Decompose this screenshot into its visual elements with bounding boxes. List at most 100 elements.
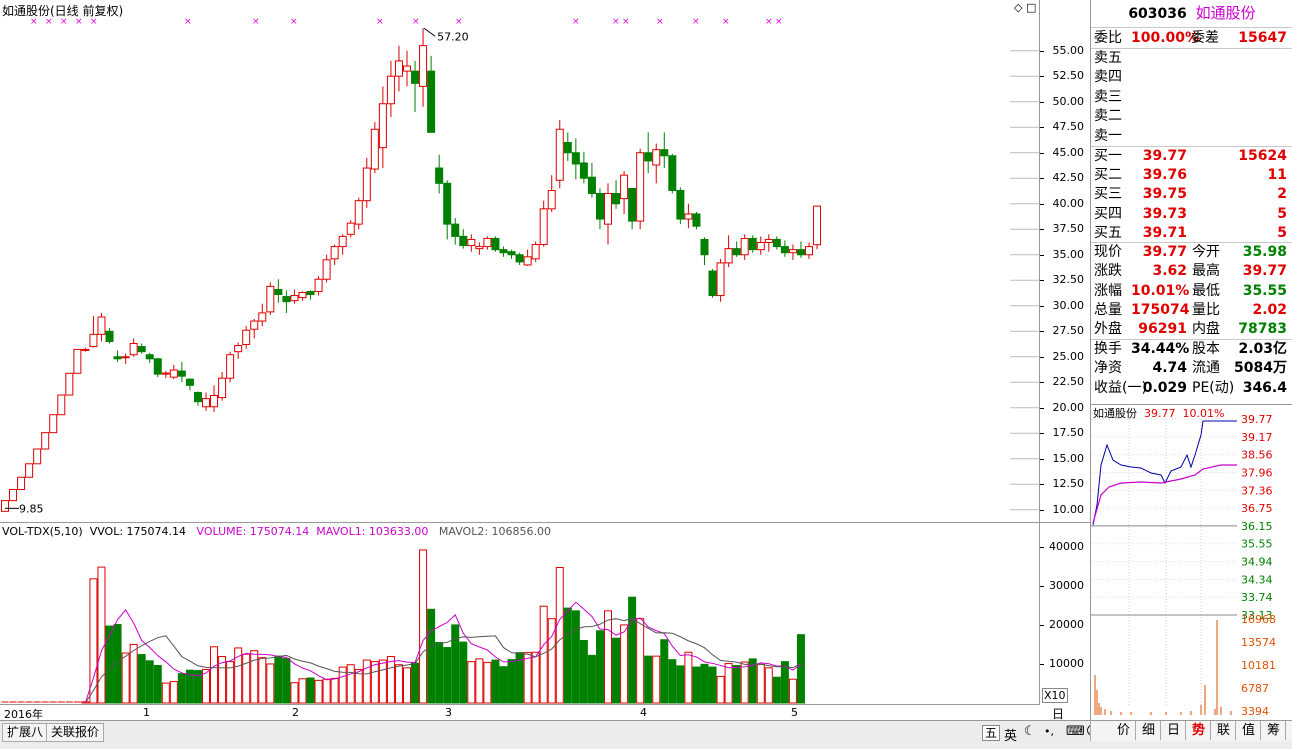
volume-chart[interactable]: VOL-TDX(5,10) VVOL: 175074.14 VOLUME: 17… — [0, 522, 1040, 704]
volume-bar — [169, 681, 178, 704]
candlestick-plot[interactable]: × × × × × × × × × × × × × × × × × × ×57.209.85 — [0, 0, 1039, 522]
candle-body — [282, 296, 291, 303]
candle-body — [322, 259, 331, 280]
hollow-square-icon[interactable]: □ — [1026, 1, 1036, 14]
intraday-volume-tick: 16968 — [1241, 613, 1276, 626]
fund-row-0: 换手 34.44% 股本 2.03亿 — [1091, 340, 1292, 359]
volume-bar — [555, 567, 564, 704]
month-label-2: 2 — [292, 706, 299, 719]
fund-value: 0.029 — [1142, 379, 1187, 396]
volume-bar — [764, 667, 773, 704]
candle-body — [708, 270, 717, 297]
candle-body — [676, 189, 685, 220]
side-tab-6[interactable]: 筹 — [1262, 721, 1286, 740]
candle-body — [716, 262, 725, 297]
price-tick-label: 20.00 — [1052, 400, 1085, 414]
volume-bar — [475, 658, 484, 704]
volume-unit-badge: X10 — [1042, 688, 1068, 703]
side-tab-1[interactable]: 细 — [1137, 721, 1161, 740]
volume-tick-label: 40000 — [1049, 539, 1084, 553]
candle-body — [137, 346, 146, 353]
event-marker: × — [290, 17, 298, 27]
candle-body — [571, 152, 580, 165]
intraday-price-tick: 33.74 — [1241, 591, 1273, 604]
diamond-icon[interactable]: ◇ — [1014, 1, 1022, 14]
buy-price: 39.75 — [1142, 186, 1187, 203]
intraday-price-tick: 34.94 — [1241, 556, 1273, 569]
candle-body — [202, 398, 210, 408]
tab-extension[interactable]: 扩展八 — [2, 723, 49, 742]
stat-value: 78783 — [1238, 321, 1287, 338]
candle-body — [378, 103, 387, 149]
volume-tick-label: 30000 — [1049, 578, 1084, 592]
candle-body — [57, 394, 66, 416]
volume-bar — [796, 634, 805, 704]
candle-body — [796, 249, 805, 256]
quote-panel: 603036 如通股份 委比 100.00% 委差 15647 卖五 卖四 卖三 卖二… — [1090, 0, 1292, 404]
buy-level-4: 买四 39.73 5 — [1091, 205, 1292, 224]
stat-value: 10.01% — [1131, 282, 1190, 299]
buy-level-5: 买五 39.71 5 — [1091, 224, 1292, 243]
candle-body — [419, 45, 428, 87]
volume-bar — [692, 666, 701, 704]
stat-value: 175074 — [1131, 301, 1190, 318]
volume-bar — [298, 678, 307, 704]
side-tab-0[interactable]: 价 — [1112, 721, 1136, 740]
fund-label: 净资 — [1094, 360, 1122, 377]
volume-bar — [636, 618, 645, 704]
event-marker: × — [622, 17, 630, 27]
event-marker: × — [656, 17, 664, 27]
tab-related-quote[interactable]: 关联报价 — [46, 723, 105, 742]
buy-label: 买二 — [1094, 167, 1122, 184]
volume-bar — [716, 675, 725, 704]
intraday-volume-tick: 10181 — [1241, 659, 1276, 672]
candle-body — [1, 500, 9, 512]
intraday-price-tick: 36.15 — [1241, 520, 1273, 533]
volume-bar — [563, 607, 572, 704]
intraday-plot[interactable]: 39.77 39.17 38.56 37.96 37.36 36.75 36.15 35.55… — [1091, 405, 1292, 721]
side-tab-4[interactable]: 联 — [1212, 721, 1236, 740]
volume-bar — [571, 610, 580, 704]
candle-body — [467, 238, 476, 247]
volume-bar — [587, 654, 596, 704]
price-tick-label: 12.50 — [1052, 477, 1085, 491]
candle-body — [459, 235, 468, 247]
event-marker: × — [45, 17, 53, 27]
intraday-chart[interactable]: 如通股份 39.77 10.01% 39.77 39.17 38.56 37.96 37… — [1090, 404, 1292, 720]
candle-body — [475, 246, 484, 250]
price-tick-label: 40.00 — [1052, 196, 1085, 210]
candle-body — [153, 358, 162, 375]
event-marker: × — [376, 17, 384, 27]
volume-bar — [322, 678, 331, 704]
ime-wubi-icon[interactable]: 五 — [982, 725, 1001, 741]
buy-level-2: 买二 39.76 11 — [1091, 166, 1292, 185]
candle-body — [636, 152, 645, 222]
buy-price: 39.73 — [1142, 205, 1187, 222]
volume-bar — [451, 624, 460, 704]
volume-plot[interactable] — [0, 523, 1039, 705]
volume-bar — [499, 666, 508, 704]
volume-bar — [684, 651, 693, 704]
price-tick-label: 52.50 — [1052, 69, 1085, 83]
ime-english-icon[interactable]: 英 — [1004, 725, 1017, 744]
candle-body — [129, 343, 138, 356]
candle-body — [748, 237, 757, 251]
sell-level-4: 卖四 — [1091, 68, 1292, 87]
candle-body — [105, 330, 114, 342]
intraday-price-tick: 36.75 — [1241, 502, 1273, 515]
bottom-toolbar: 扩展八 关联报价 五 英 ☾ •, ⌨ ☺ ⚙ 价细日势联值筹 — [0, 720, 1292, 749]
intraday-price-tick: 39.17 — [1241, 431, 1273, 444]
candle-body — [177, 370, 186, 377]
buy-volume: 2 — [1277, 186, 1287, 203]
event-marker: × — [60, 17, 68, 27]
volume-bar — [435, 641, 444, 704]
moon-icon[interactable]: ☾ — [1024, 724, 1036, 739]
side-tab-2[interactable]: 日 — [1162, 721, 1186, 740]
punctuation-icon[interactable]: •, — [1044, 725, 1054, 738]
event-marker: × — [612, 17, 620, 27]
side-tab-5[interactable]: 值 — [1237, 721, 1261, 740]
side-tab-3[interactable]: 势 — [1187, 721, 1211, 740]
event-marker: × — [30, 17, 38, 27]
candlestick-chart[interactable]: 如通股份(日线 前复权) × × × × × × × × × × × × × × × × × × × 57.20 9.8… — [0, 0, 1040, 522]
keyboard-icon[interactable]: ⌨ — [1066, 724, 1085, 739]
